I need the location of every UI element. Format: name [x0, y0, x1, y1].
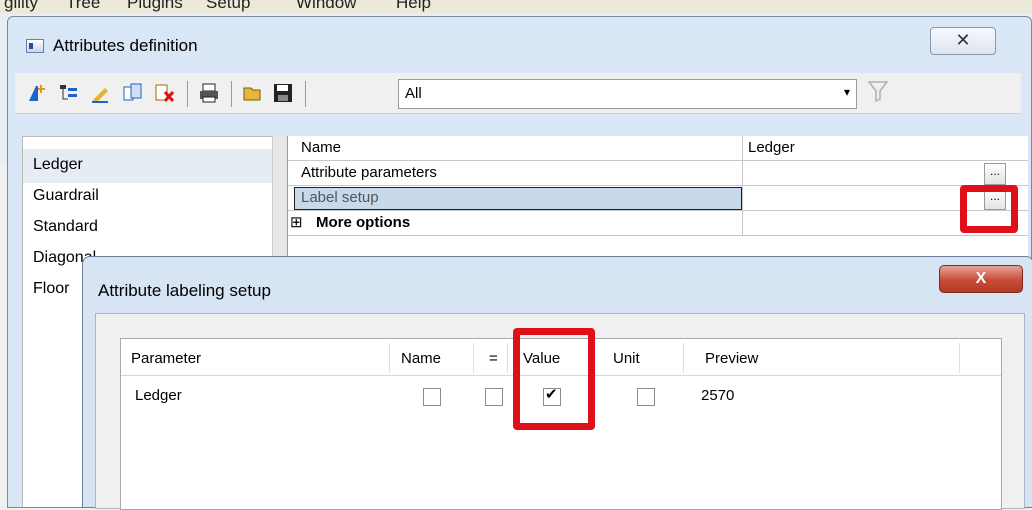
column-header-name: Name	[301, 139, 342, 156]
menu-item-plugins[interactable]: Plugins	[127, 0, 183, 13]
menu-item-window[interactable]: Window	[296, 0, 356, 13]
menubar: gility Tree Plugins Setup Window Help	[0, 0, 1032, 14]
property-label: Attribute parameters	[301, 164, 437, 181]
column-header-unit[interactable]: Unit	[613, 350, 640, 367]
menu-item-gility[interactable]: gility	[4, 0, 38, 13]
toolbar-separator	[305, 81, 306, 107]
tree-icon[interactable]	[57, 81, 81, 105]
menu-item-setup[interactable]: Setup	[206, 0, 250, 13]
property-label: More options	[316, 214, 411, 231]
list-item-standard[interactable]: Standard	[33, 218, 98, 236]
dialog-title: Attributes definition	[53, 36, 198, 55]
close-icon: X	[975, 270, 987, 287]
attribute-parameters-ellipsis-button[interactable]: ...	[984, 163, 1006, 185]
window-icon	[26, 39, 44, 53]
delete-icon[interactable]	[153, 81, 177, 105]
property-row-attribute-parameters[interactable]: Attribute parameters ...	[288, 161, 1028, 186]
unit-checkbox[interactable]	[637, 388, 655, 406]
highlight-box	[513, 328, 595, 430]
add-attribute-icon[interactable]	[25, 81, 49, 105]
splitter-scrollbar[interactable]	[272, 136, 287, 256]
print-icon[interactable]	[197, 81, 221, 105]
close-button[interactable]: X	[939, 265, 1023, 293]
highlight-box	[960, 185, 1018, 233]
menu-item-help[interactable]: Help	[396, 0, 431, 13]
column-header-name[interactable]: Name	[401, 350, 441, 367]
column-header-parameter[interactable]: Parameter	[131, 350, 201, 367]
toolbar-separator	[187, 81, 188, 107]
row-parameter-ledger: Ledger	[135, 387, 182, 404]
toolbar-separator	[231, 81, 232, 107]
filter-combo-value: All	[405, 85, 422, 102]
column-header-preview[interactable]: Preview	[705, 350, 758, 367]
name-checkbox[interactable]	[423, 388, 441, 406]
list-item-ledger[interactable]: Ledger	[33, 156, 83, 174]
dialog-title: Attribute labeling setup	[98, 281, 271, 300]
copy-icon[interactable]	[121, 81, 145, 105]
menu-item-tree[interactable]: Tree	[66, 0, 100, 13]
open-folder-icon[interactable]	[241, 81, 265, 105]
dialog-titlebar[interactable]: Attributes definition ✕	[8, 17, 1031, 71]
toolbar: All ▾	[15, 73, 1021, 114]
list-item-guardrail[interactable]: Guardrail	[33, 187, 99, 205]
property-row-label-setup[interactable]: Label setup ...	[288, 186, 1028, 211]
expand-icon[interactable]: ⊞	[290, 213, 303, 231]
funnel-icon[interactable]	[867, 79, 889, 109]
close-button[interactable]: ✕	[930, 27, 996, 55]
column-header-equals[interactable]: =	[489, 350, 498, 367]
chevron-down-icon[interactable]: ▾	[844, 85, 850, 99]
property-header-row: Name Ledger	[288, 136, 1028, 161]
close-icon: ✕	[955, 30, 971, 50]
property-label: Label setup	[301, 189, 379, 206]
equals-checkbox[interactable]	[485, 388, 503, 406]
filter-combo[interactable]: All ▾	[398, 79, 857, 109]
edit-icon[interactable]	[89, 81, 113, 105]
list-item-floor[interactable]: Floor	[33, 280, 69, 298]
column-header-ledger: Ledger	[748, 139, 795, 156]
property-grid: Name Ledger Attribute parameters ... Lab…	[287, 136, 1028, 266]
row-preview-value: 2570	[701, 387, 735, 404]
property-row-more-options[interactable]: ⊞ More options	[288, 211, 1028, 236]
save-icon[interactable]	[271, 81, 295, 105]
